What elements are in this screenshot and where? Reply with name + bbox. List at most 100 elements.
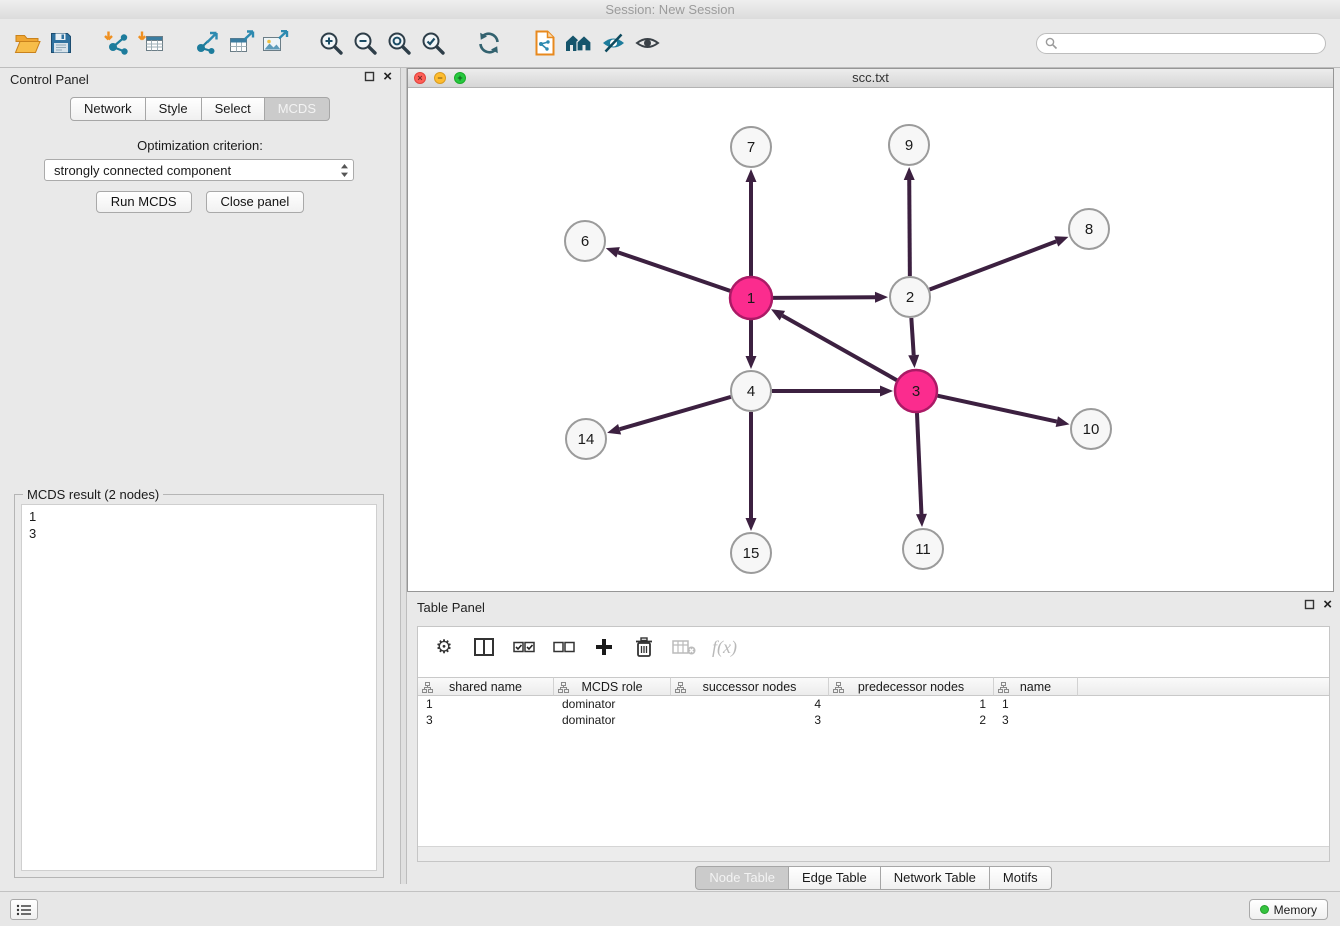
zoom-selected-icon	[420, 30, 446, 56]
minimize-window-button[interactable]: −	[434, 72, 446, 84]
select-all-button[interactable]	[512, 634, 536, 660]
search-box[interactable]	[1036, 33, 1326, 54]
column-header-successor-nodes[interactable]: successor nodes	[671, 677, 829, 696]
graph-node-label: 6	[581, 233, 589, 250]
home-networks-icon	[564, 31, 594, 55]
app-titlebar: Session: New Session	[0, 0, 1340, 19]
memory-label: Memory	[1274, 903, 1317, 917]
table-row[interactable]: 1dominator411	[418, 696, 1329, 712]
memory-button[interactable]: Memory	[1249, 899, 1328, 920]
column-selector-button[interactable]	[472, 634, 496, 660]
graph-edge-2-3[interactable]	[911, 318, 913, 355]
delete-row-button[interactable]	[632, 634, 656, 660]
dropdown-stepper-icon	[335, 163, 353, 178]
maximize-window-button[interactable]: +	[454, 72, 466, 84]
save-session-button[interactable]	[44, 26, 78, 60]
deselect-all-button[interactable]	[552, 634, 576, 660]
zoom-out-button[interactable]	[348, 26, 382, 60]
main-toolbar	[0, 19, 1340, 68]
graph-edge-1-6[interactable]	[618, 252, 730, 290]
memory-status-dot	[1260, 905, 1269, 914]
function-builder-button[interactable]: f(x)	[712, 634, 737, 660]
session-document-icon	[533, 30, 557, 56]
graph-edge-arrowhead	[875, 292, 888, 303]
export-network-button[interactable]	[190, 26, 224, 60]
close-panel-icon[interactable]: ×	[383, 71, 392, 82]
tab-mcds[interactable]: MCDS	[265, 97, 330, 121]
column-tree-icon	[998, 682, 1009, 693]
table-tab-edge-table[interactable]: Edge Table	[789, 866, 881, 890]
table-hscrollbar[interactable]	[418, 846, 1329, 861]
float-window-icon[interactable]	[364, 71, 375, 82]
column-header-label: predecessor nodes	[858, 680, 964, 694]
open-folder-button[interactable]	[10, 26, 44, 60]
refresh-layout-button[interactable]	[472, 26, 506, 60]
close-window-button[interactable]: ×	[414, 72, 426, 84]
run-mcds-button[interactable]: Run MCDS	[96, 191, 192, 213]
import-network-button[interactable]	[100, 26, 134, 60]
column-header-shared-name[interactable]: shared name	[418, 677, 554, 696]
column-header-name[interactable]: name	[994, 677, 1078, 696]
column-tree-icon	[675, 682, 686, 693]
graph-edge-3-10[interactable]	[937, 396, 1056, 422]
mcds-result-list[interactable]: 13	[21, 504, 377, 871]
float-table-panel-icon[interactable]	[1304, 599, 1315, 610]
table-cell: dominator	[554, 712, 671, 728]
graph-edge-1-2[interactable]	[773, 297, 875, 298]
graph-edge-arrowhead	[904, 167, 915, 180]
mcds-result-title: MCDS result (2 nodes)	[23, 487, 163, 502]
table-row[interactable]: 3dominator323	[418, 712, 1329, 728]
graph-edge-arrowhead	[1054, 236, 1068, 246]
close-table-panel-icon[interactable]: ×	[1323, 599, 1332, 610]
criterion-value: strongly connected component	[54, 163, 335, 178]
table-tab-motifs[interactable]: Motifs	[990, 866, 1052, 890]
tab-style[interactable]: Style	[146, 97, 202, 121]
paint-eye-button[interactable]	[596, 26, 630, 60]
save-icon	[49, 31, 73, 55]
table-cell: 3	[418, 712, 554, 728]
table-toolbar: ⚙	[418, 627, 1329, 667]
paint-eye-icon	[601, 30, 626, 56]
select-all-icon	[513, 640, 535, 654]
show-hide-eye-button[interactable]	[630, 26, 664, 60]
table-cell: 1	[418, 696, 554, 712]
import-table-button[interactable]	[134, 26, 168, 60]
task-history-button[interactable]	[10, 899, 38, 920]
session-document-button[interactable]	[528, 26, 562, 60]
export-image-button[interactable]	[258, 26, 292, 60]
column-header-predecessor-nodes[interactable]: predecessor nodes	[829, 677, 994, 696]
zoom-in-button[interactable]	[314, 26, 348, 60]
tab-select[interactable]: Select	[202, 97, 265, 121]
search-input[interactable]	[1063, 36, 1317, 50]
zoom-selected-button[interactable]	[416, 26, 450, 60]
graph-edge-4-14[interactable]	[620, 397, 731, 429]
graph-edge-3-11[interactable]	[917, 413, 921, 514]
table-tab-network-table[interactable]: Network Table	[881, 866, 990, 890]
network-graph[interactable]: 7968124314101511	[408, 88, 1333, 591]
column-header-label: shared name	[449, 680, 522, 694]
graph-edge-2-9[interactable]	[909, 180, 910, 276]
tab-network[interactable]: Network	[70, 97, 146, 121]
close-panel-button[interactable]: Close panel	[206, 191, 305, 213]
column-header-MCDS-role[interactable]: MCDS role	[554, 677, 671, 696]
columns-icon	[474, 638, 494, 656]
delete-table-button[interactable]	[672, 634, 696, 660]
panel-splitter[interactable]	[400, 68, 407, 884]
add-row-button[interactable]	[592, 634, 616, 660]
network-home-button[interactable]	[562, 26, 596, 60]
open-folder-icon	[14, 31, 41, 55]
zoom-fit-button[interactable]	[382, 26, 416, 60]
graph-edge-2-8[interactable]	[930, 241, 1057, 289]
graph-edge-3-1[interactable]	[782, 316, 896, 381]
table-cell: 1	[829, 696, 994, 712]
delete-table-icon	[672, 638, 696, 656]
table-tab-node-table[interactable]: Node Table	[695, 866, 789, 890]
fx-icon: f(x)	[712, 637, 737, 658]
graph-edge-arrowhead	[606, 247, 620, 257]
table-content-box: ⚙	[417, 626, 1330, 862]
settings-gear-button[interactable]: ⚙	[432, 634, 456, 660]
criterion-dropdown[interactable]: strongly connected component	[44, 159, 354, 181]
table-cell: 3	[994, 712, 1078, 728]
export-table-button[interactable]	[224, 26, 258, 60]
window-title: Session: New Session	[605, 2, 734, 17]
